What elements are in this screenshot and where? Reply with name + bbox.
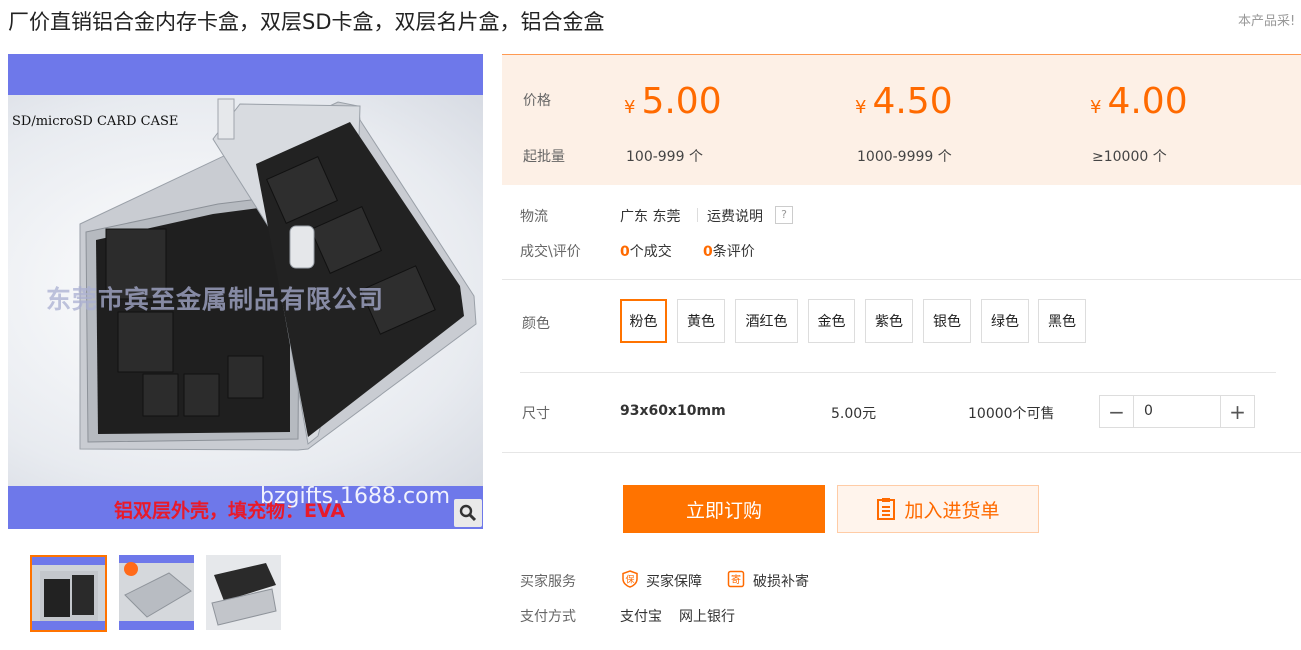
payment-label: 支付方式 (520, 609, 576, 625)
add-to-cart-label: 加入进货单 (904, 499, 1000, 522)
quantity-tier-3: ≥10000 个 (1092, 149, 1167, 165)
size-label: 尺寸 (522, 406, 550, 422)
color-option-black[interactable]: 黑色 (1038, 299, 1086, 343)
batch-label: 起批量 (523, 149, 565, 165)
price-tier-3: ¥4.00 (1090, 81, 1188, 122)
help-icon[interactable]: ? (775, 206, 793, 224)
price-tier-2: ¥4.50 (855, 81, 953, 122)
image-card-title: SD/microSD CARD CASE (12, 114, 179, 129)
zoom-button[interactable] (454, 499, 482, 527)
quantity-tier-1: 100-999 个 (626, 149, 703, 165)
buyer-protection-link[interactable]: 买家保障 (646, 571, 702, 591)
magnifier-icon (459, 504, 477, 522)
divider (520, 372, 1276, 373)
color-label: 颜色 (522, 316, 550, 332)
color-option-yellow[interactable]: 黄色 (677, 299, 725, 343)
increment-button[interactable]: + (1221, 396, 1254, 427)
buy-now-button[interactable]: 立即订购 (623, 485, 825, 533)
color-option-gold[interactable]: 金色 (808, 299, 855, 343)
logistics-label: 物流 (520, 209, 548, 225)
services-label: 买家服务 (520, 574, 576, 590)
deals-label: 成交\评价 (520, 244, 581, 260)
clipboard-icon (877, 498, 896, 520)
review-count[interactable]: 0条评价 (703, 241, 755, 261)
decrement-button[interactable]: − (1100, 396, 1133, 427)
divider (502, 279, 1301, 280)
color-option-silver[interactable]: 银色 (923, 299, 971, 343)
product-notice: 本产品采! (1238, 14, 1296, 29)
quantity-stepper[interactable]: − 0 + (1099, 395, 1255, 428)
deal-count: 0个成交 (620, 244, 672, 260)
main-product-image[interactable]: SD/microSD CARD CASE 东莞市宾至金属制品有限公司 铝双层外壳… (8, 54, 483, 529)
color-option-wine-red[interactable]: 酒红色 (735, 299, 798, 343)
size-stock: 10000个可售 (968, 406, 1055, 422)
payment-online-bank: 网上银行 (679, 609, 735, 625)
quantity-input[interactable]: 0 (1133, 396, 1221, 427)
divider (502, 452, 1301, 453)
price-panel: 价格 起批量 ¥5.00 ¥4.50 ¥4.00 100-999 个 1000-… (502, 54, 1301, 185)
price-label: 价格 (523, 93, 551, 109)
quantity-tier-2: 1000-9999 个 (857, 149, 952, 165)
svg-text:保: 保 (625, 574, 634, 586)
product-title: 厂价直销铝合金内存卡盒，双层SD卡盒，双层名片盒，铝合金盒 (8, 10, 605, 34)
thumbnail-2[interactable] (119, 555, 194, 630)
svg-text:寄: 寄 (731, 573, 741, 586)
size-value: 93x60x10mm (620, 403, 726, 419)
damage-reship-icon: 寄 (727, 570, 745, 588)
color-option-green[interactable]: 绿色 (981, 299, 1029, 343)
buyer-protection-icon: 保 (622, 570, 638, 588)
color-option-pink[interactable]: 粉色 (620, 299, 667, 343)
size-price: 5.00元 (831, 406, 877, 422)
thumbnail-3[interactable] (206, 555, 281, 630)
add-to-cart-button[interactable]: 加入进货单 (837, 485, 1039, 533)
price-tier-1: ¥5.00 (624, 81, 722, 122)
damage-reship-link[interactable]: 破损补寄 (753, 571, 809, 591)
shipping-info-link[interactable]: 运费说明 (707, 206, 763, 226)
image-watermark: 东莞市宾至金属制品有限公司 (46, 285, 385, 314)
logistics-location: 广东 东莞 (620, 209, 681, 225)
thumbnail-1[interactable] (30, 555, 107, 632)
image-url-watermark: bzgifts.1688.com (260, 484, 450, 509)
color-option-purple[interactable]: 紫色 (865, 299, 913, 343)
payment-alipay: 支付宝 (620, 609, 662, 625)
